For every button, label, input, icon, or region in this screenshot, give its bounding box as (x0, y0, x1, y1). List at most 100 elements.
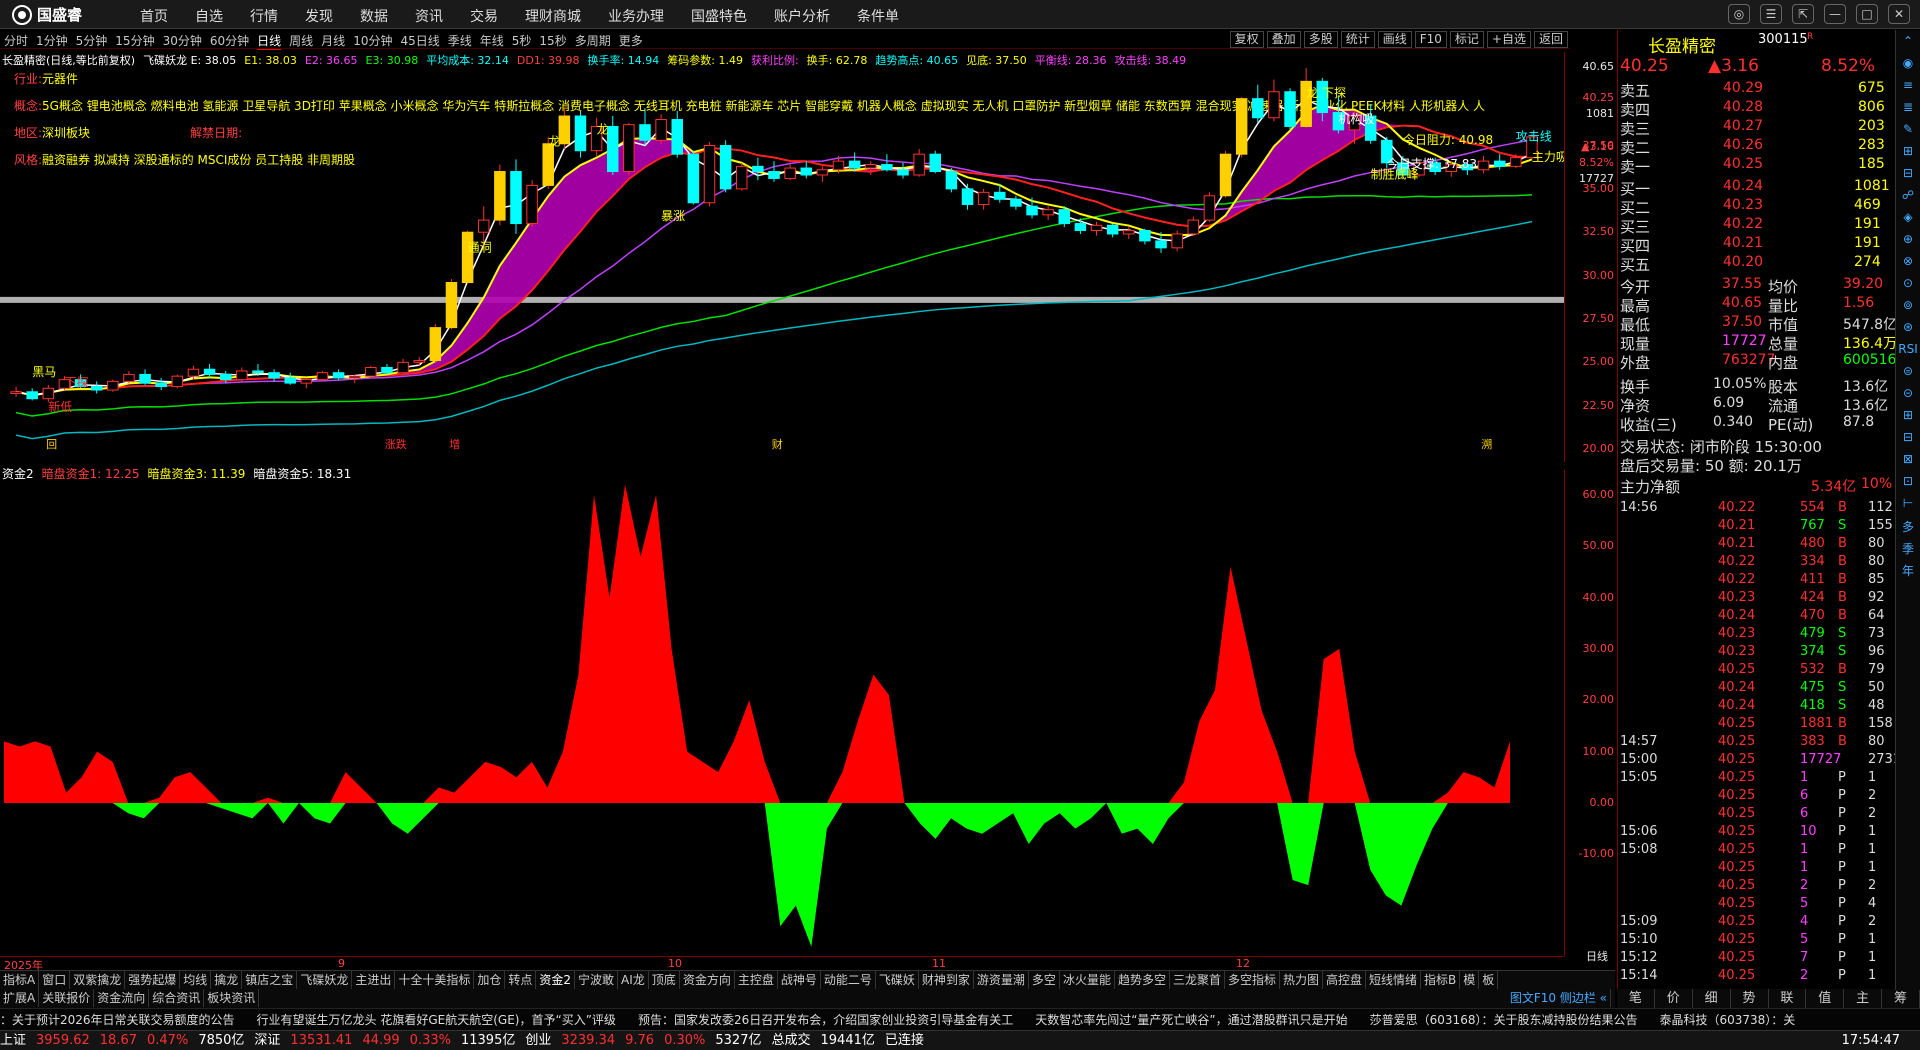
period-tab-13[interactable]: 5秒 (512, 32, 532, 50)
menu-item-8[interactable]: 业务办理 (608, 6, 664, 26)
indicator-tab-25[interactable]: 趋势多空 (1115, 971, 1170, 989)
tool-button-5[interactable]: F10 (1414, 31, 1447, 48)
news-item[interactable]: 莎普爱思（603168）：关于股东减持股份结果公告 (1370, 1013, 1638, 1027)
indicator-tab-17[interactable]: 主控盘 (735, 971, 778, 989)
fund-flow-chart[interactable] (0, 482, 1564, 957)
menu-item-6[interactable]: 交易 (470, 6, 498, 26)
indicator-tab-27[interactable]: 多空指标 (1225, 971, 1280, 989)
period-tab-11[interactable]: 季线 (448, 32, 472, 50)
indicator-tab-29[interactable]: 高控盘 (1323, 971, 1367, 989)
side-tool-icon-21[interactable]: ⊢ (1898, 496, 1918, 514)
period-tab-9[interactable]: 10分钟 (353, 32, 392, 50)
period-tab-2[interactable]: 5分钟 (76, 32, 108, 50)
menu-item-4[interactable]: 数据 (360, 6, 388, 26)
side-tool-icon-2[interactable]: ≡ (1898, 78, 1918, 96)
ext-tab-2[interactable]: 资金流向 (94, 989, 150, 1007)
side-tool-icon-9[interactable]: ⊕ (1898, 232, 1918, 250)
period-tab-0[interactable]: 分时 (4, 32, 28, 50)
side-tool-icon-15[interactable]: ⊜ (1898, 364, 1918, 382)
menu-item-0[interactable]: 首页 (140, 6, 168, 26)
side-tool-icon-20[interactable]: ⊡ (1898, 474, 1918, 492)
side-tool-icon-23[interactable]: 季 (1898, 540, 1918, 558)
indicator-tab-6[interactable]: 镇店之宝 (242, 971, 298, 989)
tool-button-6[interactable]: 标记 (1449, 31, 1484, 48)
period-tab-14[interactable]: 15秒 (539, 32, 566, 50)
app-logo[interactable]: 国盛睿 (12, 4, 82, 25)
tool-button-4[interactable]: 画线 (1377, 31, 1412, 48)
indicator-tab-7[interactable]: 飞碟妖龙 (297, 971, 353, 989)
indicator-tab-15[interactable]: 顶底 (649, 971, 680, 989)
index-label-sz[interactable]: 深证 (254, 1033, 280, 1048)
indicator-tab-32[interactable]: 模 (1460, 971, 1480, 989)
period-tab-10[interactable]: 45日线 (400, 32, 439, 50)
period-tab-7[interactable]: 周线 (289, 32, 313, 50)
side-tool-icon-17[interactable]: ⊞ (1898, 408, 1918, 426)
window-button-icon-0[interactable]: ◎ (1728, 4, 1750, 24)
side-tool-icon-0[interactable]: ⌃ (1898, 34, 1918, 52)
tool-button-1[interactable]: 叠加 (1266, 31, 1301, 48)
menu-item-7[interactable]: 理财商城 (525, 6, 581, 26)
sidebar-toggle[interactable]: 图文F10 侧边栏 « (1507, 989, 1611, 1007)
indicator-tab-24[interactable]: 冰火量能 (1060, 971, 1115, 989)
index-label-cy[interactable]: 创业 (525, 1033, 551, 1048)
indicator-tab-18[interactable]: 战神号 (778, 971, 821, 989)
event-marker[interactable]: 回 (46, 438, 57, 451)
period-tab-5[interactable]: 60分钟 (210, 32, 249, 50)
quote-tab-2[interactable]: 细 (1693, 989, 1731, 1008)
period-tab-1[interactable]: 1分钟 (36, 32, 68, 50)
period-tab-8[interactable]: 月线 (321, 32, 345, 50)
period-tab-4[interactable]: 30分钟 (163, 32, 202, 50)
quote-tab-1[interactable]: 价 (1655, 989, 1693, 1008)
indicator-tab-19[interactable]: 动能二号 (821, 971, 876, 989)
menu-item-11[interactable]: 条件单 (857, 6, 899, 26)
window-button-icon-4[interactable]: □ (1856, 4, 1878, 24)
side-tool-icon-4[interactable]: ✎ (1898, 122, 1918, 140)
side-tool-icon-1[interactable]: ◉ (1898, 56, 1918, 74)
window-button-icon-5[interactable]: ✕ (1888, 4, 1910, 24)
event-marker[interactable]: 溯 (1481, 438, 1492, 451)
indicator-tab-16[interactable]: 资金方向 (680, 971, 735, 989)
event-marker[interactable]: 涨跌 (385, 437, 407, 451)
indicator-tab-20[interactable]: 飞碟妖 (876, 971, 919, 989)
menu-item-10[interactable]: 账户分析 (774, 6, 830, 26)
quote-tab-7[interactable]: 筹 (1882, 989, 1920, 1008)
side-tool-icon-16[interactable]: ⊝ (1898, 386, 1918, 404)
menu-item-1[interactable]: 自选 (195, 6, 223, 26)
indicator-tab-26[interactable]: 三龙聚首 (1170, 971, 1225, 989)
side-tool-icon-10[interactable]: ⊗ (1898, 254, 1918, 272)
side-tool-icon-6[interactable]: ⊟ (1898, 166, 1918, 184)
side-tool-icon-14[interactable]: RSI (1898, 342, 1918, 360)
kline-chart[interactable]: 龙龙龙 下探机构吸今日阻力: 40.98今日支撑: 37.83制胜底峰攻击线主力… (0, 68, 1564, 453)
indicator-tab-8[interactable]: 主进出 (352, 971, 396, 989)
side-tool-icon-22[interactable]: 多 (1898, 518, 1918, 536)
indicator-tab-30[interactable]: 短线情绪 (1366, 971, 1422, 989)
indicator-tab-1[interactable]: 窗口 (39, 971, 71, 989)
side-tool-icon-18[interactable]: ⊟ (1898, 430, 1918, 448)
news-item[interactable]: 预告：国家发改委26日召开发布会，介绍国家创业投资引导基金有关工 (638, 1013, 1013, 1027)
indicator-tab-28[interactable]: 热力图 (1280, 971, 1324, 989)
quote-tab-0[interactable]: 笔 (1617, 989, 1655, 1008)
tool-button-3[interactable]: 统计 (1340, 31, 1375, 48)
period-tab-16[interactable]: 更多 (619, 32, 643, 50)
indicator-tab-2[interactable]: 双紫擒龙 (70, 971, 126, 989)
period-tab-6[interactable]: 日线 (257, 32, 282, 50)
ext-tab-1[interactable]: 关联报价 (39, 989, 95, 1007)
indicator-tab-4[interactable]: 均线 (180, 971, 212, 989)
indicator-tab-14[interactable]: AI龙 (618, 971, 649, 989)
side-tool-icon-8[interactable]: ◈ (1898, 210, 1918, 228)
tool-button-7[interactable]: +自选 (1486, 31, 1531, 48)
quote-tab-4[interactable]: 联 (1769, 989, 1807, 1008)
ext-tab-0[interactable]: 扩展A (0, 989, 40, 1007)
news-item[interactable]: 行业有望诞生万亿龙头 花旗看好GE航天航空(GE)，首予“买入”评级 (257, 1013, 616, 1027)
tool-button-0[interactable]: 复权 (1229, 31, 1264, 48)
news-item[interactable]: 天数智芯率先闯过“量产死亡峡谷”，通过潜股群讯只是开始 (1035, 1013, 1347, 1027)
side-tool-icon-3[interactable]: ≣ (1898, 100, 1918, 118)
indicator-tab-21[interactable]: 财神到家 (919, 971, 974, 989)
side-tool-icon-5[interactable]: ⊞ (1898, 144, 1918, 162)
menu-item-3[interactable]: 发现 (305, 6, 333, 26)
side-tool-icon-12[interactable]: ⊚ (1898, 298, 1918, 316)
quote-tab-5[interactable]: 值 (1806, 989, 1845, 1008)
news-item[interactable]: ：关于预计2026年日常关联交易额度的公告 (0, 1013, 235, 1027)
indicator-tab-10[interactable]: 加仓 (474, 971, 506, 989)
indicator-tab-31[interactable]: 指标B (1421, 971, 1461, 989)
